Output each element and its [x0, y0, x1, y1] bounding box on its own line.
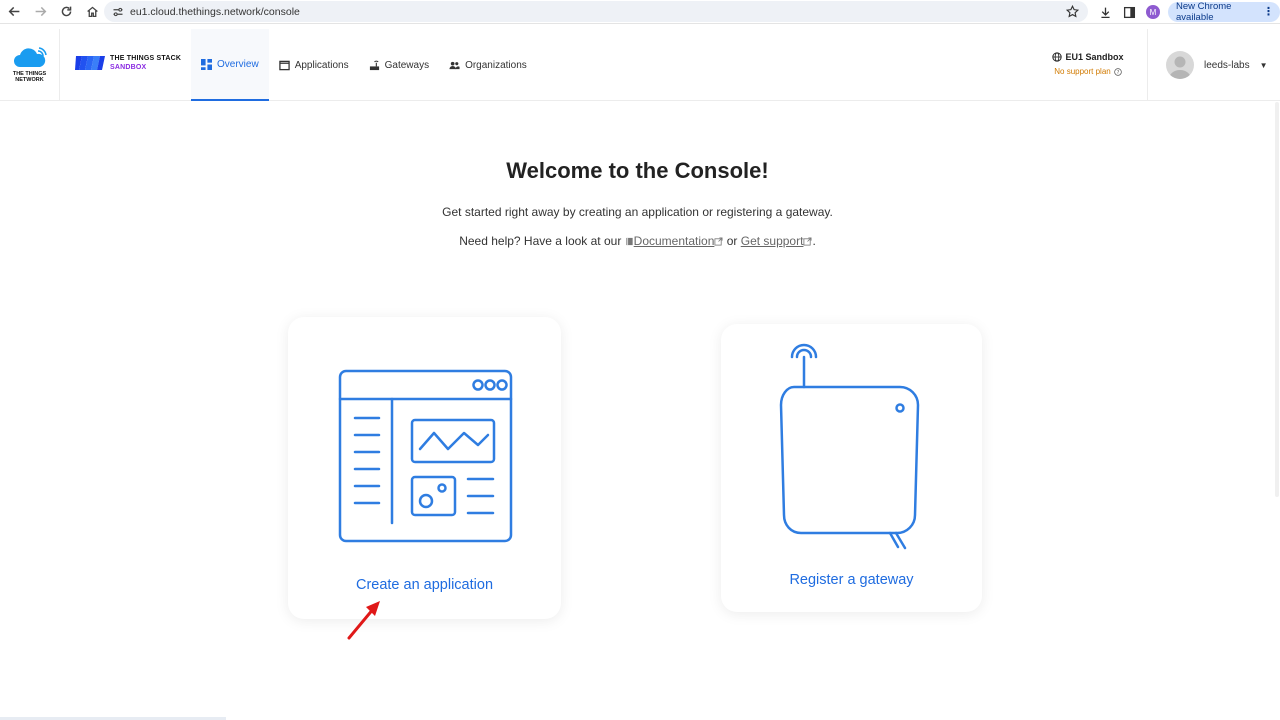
- avatar: [1166, 51, 1194, 79]
- book-icon: [626, 237, 633, 246]
- help-or: or: [726, 234, 738, 248]
- tts-sandbox-label: SANDBOX: [110, 64, 147, 71]
- tts-logo[interactable]: THE THINGS STACK SANDBOX: [74, 53, 181, 73]
- main-nav: Overview Applications Gateways Organizat…: [191, 29, 537, 101]
- cluster-name: EU1 Sandbox: [1065, 52, 1124, 62]
- external-link-icon: [714, 237, 723, 246]
- main-content: Welcome to the Console! Get started righ…: [0, 102, 1280, 720]
- site-settings-icon[interactable]: [112, 6, 124, 18]
- documentation-link[interactable]: Documentation: [634, 234, 715, 248]
- forward-icon[interactable]: [32, 4, 48, 20]
- back-icon[interactable]: [6, 4, 22, 20]
- side-panel-icon[interactable]: [1122, 5, 1136, 19]
- annotation-arrow-icon: [347, 601, 380, 640]
- nav-applications[interactable]: Applications: [269, 29, 359, 101]
- download-icon[interactable]: [1098, 5, 1112, 19]
- reload-icon[interactable]: [58, 4, 74, 20]
- application-illustration-icon: [338, 369, 513, 543]
- page-title: Welcome to the Console!: [506, 158, 769, 183]
- gateway-illustration-icon: [779, 343, 920, 550]
- create-application-label[interactable]: Create an application: [288, 577, 561, 593]
- application-window-icon: [278, 60, 290, 70]
- home-icon[interactable]: [84, 4, 100, 20]
- support-plan-text: No support plan: [1054, 67, 1111, 76]
- ttn-cloud-icon: [13, 47, 47, 67]
- globe-icon: [1052, 52, 1063, 62]
- help-circle-icon[interactable]: ?: [1114, 67, 1122, 76]
- caret-down-icon: ▼: [1259, 60, 1268, 70]
- username: leeds-labs: [1204, 59, 1250, 71]
- nav-applications-label: Applications: [294, 59, 349, 71]
- chrome-menu-icon[interactable]: ⋮: [1263, 5, 1274, 18]
- help-prefix: Need help? Have a look at our: [459, 234, 622, 248]
- router-icon: [369, 60, 379, 70]
- tts-logo-mark-icon: [75, 56, 105, 70]
- scrollbar[interactable]: [1274, 102, 1280, 720]
- nav-gateways-label: Gateways: [384, 59, 430, 71]
- bookmark-star-icon[interactable]: [1066, 5, 1079, 18]
- tts-title: THE THINGS STACK: [110, 55, 182, 62]
- app-header: THE THINGS NETWORK THE THINGS STACK SAND…: [0, 29, 1280, 101]
- help-line: Need help? Have a look at our Documentat…: [0, 234, 1275, 248]
- nav-overview-label: Overview: [217, 58, 259, 70]
- people-icon: [449, 61, 460, 69]
- profile-avatar[interactable]: M: [1146, 5, 1160, 19]
- user-menu[interactable]: leeds-labs ▼: [1147, 29, 1280, 101]
- get-support-link[interactable]: Get support: [741, 234, 804, 248]
- register-gateway-card[interactable]: Register a gateway: [721, 324, 982, 612]
- ttn-logo-text: THE THINGS NETWORK: [12, 71, 47, 83]
- new-chrome-available-button[interactable]: New Chrome available ⋮: [1168, 1, 1280, 23]
- url-text: eu1.cloud.thethings.network/console: [130, 5, 300, 18]
- dashboard-icon: [201, 58, 212, 70]
- new-chrome-label: New Chrome available: [1176, 1, 1232, 23]
- cluster-selector[interactable]: EU1 Sandbox No support plan ?: [1040, 52, 1136, 76]
- address-bar[interactable]: eu1.cloud.thethings.network/console: [104, 1, 1088, 22]
- help-period: .: [812, 234, 816, 248]
- browser-toolbar: eu1.cloud.thethings.network/console M Ne…: [0, 0, 1280, 24]
- create-application-card[interactable]: Create an application: [288, 317, 561, 619]
- nav-organizations-label: Organizations: [465, 59, 527, 71]
- nav-organizations[interactable]: Organizations: [439, 29, 537, 101]
- register-gateway-label[interactable]: Register a gateway: [721, 572, 982, 588]
- nav-overview[interactable]: Overview: [191, 29, 269, 101]
- ttn-logo[interactable]: THE THINGS NETWORK: [0, 29, 60, 101]
- page-subtitle: Get started right away by creating an ap…: [442, 205, 833, 219]
- nav-gateways[interactable]: Gateways: [359, 29, 439, 101]
